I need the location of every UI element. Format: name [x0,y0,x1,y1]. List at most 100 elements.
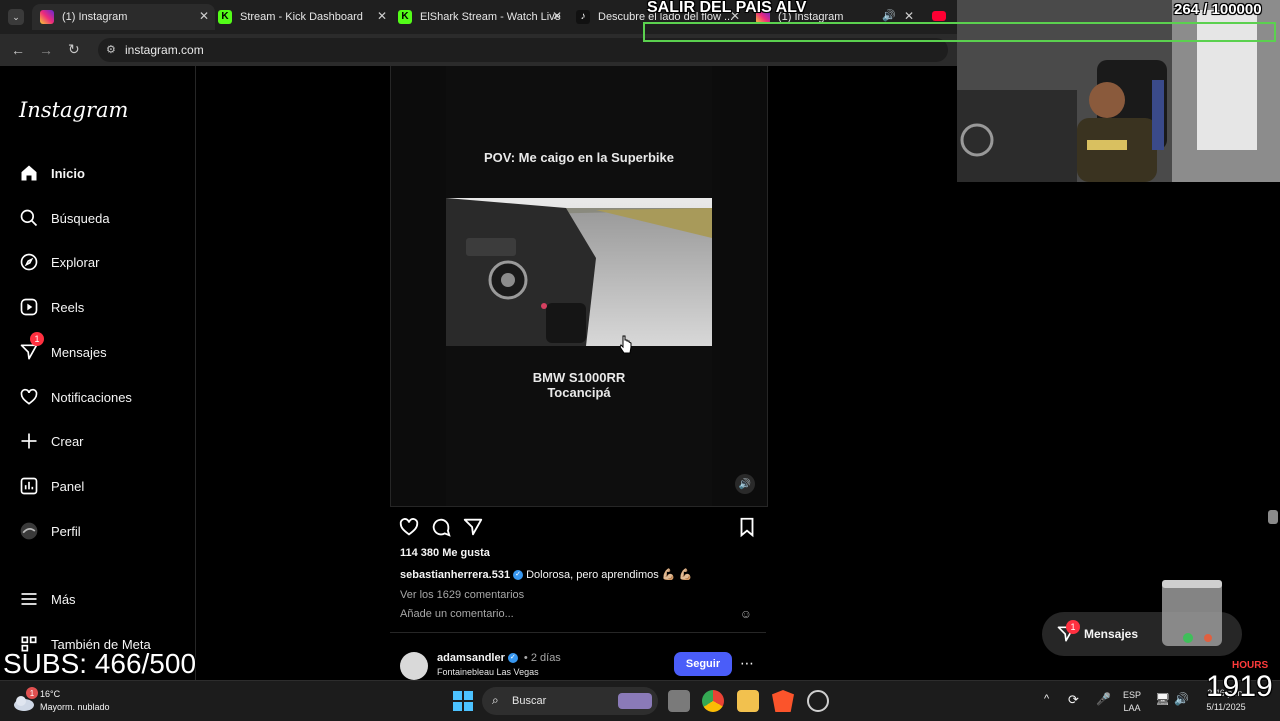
superbike-track-image [446,198,712,346]
caption-text: Dolorosa, pero aprendimos 💪🏼 💪🏼 [526,569,693,581]
sidebar-item-label: Notificaciones [51,389,132,405]
next-post-header: adamsandler ✓ • 2 días Fontainebleau Las … [400,650,760,680]
reel-post-video[interactable]: POV: Me caigo en la Superbike BMW S1000R… [390,66,768,507]
tab-kick-dashboard[interactable]: K Stream - Kick Dashboard ✕ [212,4,393,30]
sidebar-item-label: Búsqueda [51,210,110,226]
tab-title: ElShark Stream - Watch Live [420,11,561,23]
brave-icon[interactable] [772,690,794,712]
like-heart-icon[interactable] [398,516,420,538]
chart-icon [20,477,38,495]
instagram-icon [40,10,54,24]
plus-icon [21,433,37,449]
sidebar-item-label: Panel [51,478,85,494]
close-tab-icon[interactable]: ✕ [552,9,562,23]
likes-count[interactable]: 114 380 Me gusta [400,547,490,559]
forward-arrow-icon[interactable]: → [39,42,53,58]
obs-icon[interactable] [807,690,829,712]
task-view-icon[interactable] [668,690,690,712]
sidebar-item-busqueda[interactable]: Búsqueda [19,204,110,232]
hours-value-overlay: 1919 [1206,670,1273,703]
close-tab-icon[interactable]: ✕ [377,9,387,23]
reels-icon [20,298,38,316]
instagram-logo[interactable]: Instagram [19,98,128,122]
stream-title-overlay: SALIR DEL PAIS ALV [647,0,807,16]
microphone-icon[interactable]: 🎤 [1096,692,1111,706]
bookmark-icon[interactable] [736,516,758,538]
sidebar-item-inicio[interactable]: Inicio [19,159,85,187]
tab-instagram[interactable]: (1) Instagram ✕ [32,4,215,30]
compass-icon [20,253,38,271]
menu-icon [21,593,37,605]
reload-icon[interactable]: ↻ [68,41,80,58]
next-post-author[interactable]: adamsandler [437,652,505,664]
more-options-icon[interactable]: ⋯ [740,655,754,672]
volume-icon[interactable]: 🔊 [1174,692,1189,706]
video-frame[interactable]: POV: Me caigo en la Superbike BMW S1000R… [446,66,712,506]
video-caption-top: POV: Me caigo en la Superbike [483,150,674,165]
taskbar-search[interactable]: ⌕ Buscar [482,687,658,715]
sidebar-item-label: Mensajes [51,344,107,360]
goal-progress-bar [643,22,1276,42]
share-icon[interactable] [462,516,484,538]
taskbar-search-label: Buscar [512,695,547,707]
comment-icon[interactable] [430,516,452,538]
video-caption-bottom-2: Tocancipá [547,385,611,400]
file-explorer-icon[interactable] [737,690,759,712]
volume-icon[interactable]: 🔊 [735,474,755,494]
url-text: instagram.com [125,43,204,57]
sidebar-item-notificaciones[interactable]: Notificaciones [19,383,132,411]
sidebar-item-label: Explorar [51,254,100,270]
tab-title: (1) Instagram [62,11,128,23]
scrollbar[interactable] [1268,510,1278,524]
sidebar-item-explorar[interactable]: Explorar [19,248,99,276]
close-tab-icon[interactable]: ✕ [199,9,209,23]
site-settings-icon[interactable]: ⚙ [106,43,116,56]
language-top[interactable]: ESP [1120,690,1144,700]
sidebar-item-label: Reels [51,299,85,315]
follow-button[interactable]: Seguir [674,652,732,676]
sidebar-item-panel[interactable]: Panel [19,472,84,500]
windows-start-icon[interactable] [452,690,474,712]
verified-badge-icon: ✓ [513,570,524,581]
post-age: 2 días [530,652,561,664]
tab-kick-watch[interactable]: K ElShark Stream - Watch Live ✕ [392,4,568,30]
chevron-up-icon[interactable]: ^ [1044,693,1049,705]
windows-taskbar: 1 16°C Mayorm. nublado ⌕ Buscar ^ ⟳ 🎤 ES… [0,680,1280,721]
speaker-icon[interactable]: 🔊 [882,9,896,22]
sync-icon[interactable]: ⟳ [1068,692,1079,708]
heart-icon [20,388,38,405]
comment-input[interactable]: Añade un comentario... ☺ [400,607,760,621]
search-icon [20,209,38,227]
comment-placeholder: Añade un comentario... [400,608,514,620]
sidebar-item-mensajes[interactable]: 1 Mensajes [19,332,107,366]
sidebar-item-crear[interactable]: Crear [19,427,84,455]
sidebar-item-label: Inicio [51,165,85,181]
avatar[interactable] [400,652,428,680]
chrome-icon[interactable] [702,690,724,712]
search-icon: ⌕ [492,693,499,707]
back-arrow-icon[interactable]: ← [11,42,25,58]
youtube-icon[interactable] [932,11,946,21]
verified-badge-icon: ✓ [507,653,518,664]
emoji-icon[interactable]: ☺ [740,607,752,621]
post-author[interactable]: sebastianherrera.531 [400,569,510,581]
network-icon[interactable]: 🖥 [1155,692,1170,706]
view-comments-link[interactable]: Ver los 1629 comentarios [400,589,524,601]
motorcycle-video-clip [446,198,712,346]
goal-counter-overlay: 264 / 100000 [1174,1,1262,18]
sidebar-item-reels[interactable]: Reels [19,293,84,321]
sidebar-item-label: Más [51,591,76,607]
language-bottom[interactable]: LAA [1120,703,1144,713]
trash-can-overlay-icon [1162,580,1222,646]
sidebar-item-perfil[interactable]: Perfil [19,517,81,545]
weather-desc: Mayorm. nublado [40,702,110,712]
instagram-sidebar: Instagram Inicio Búsqueda Explorar Reels… [0,66,196,680]
post-divider [390,632,766,633]
messages-label: Mensajes [1084,627,1139,641]
tab-search-chevron-icon[interactable]: ⌄ [8,9,24,25]
post-actions [398,516,758,538]
close-tab-icon[interactable]: ✕ [904,9,914,23]
sidebar-item-mas[interactable]: Más [19,585,76,613]
mouse-cursor-icon [619,335,632,354]
post-location[interactable]: Fontainebleau Las Vegas [437,667,539,677]
